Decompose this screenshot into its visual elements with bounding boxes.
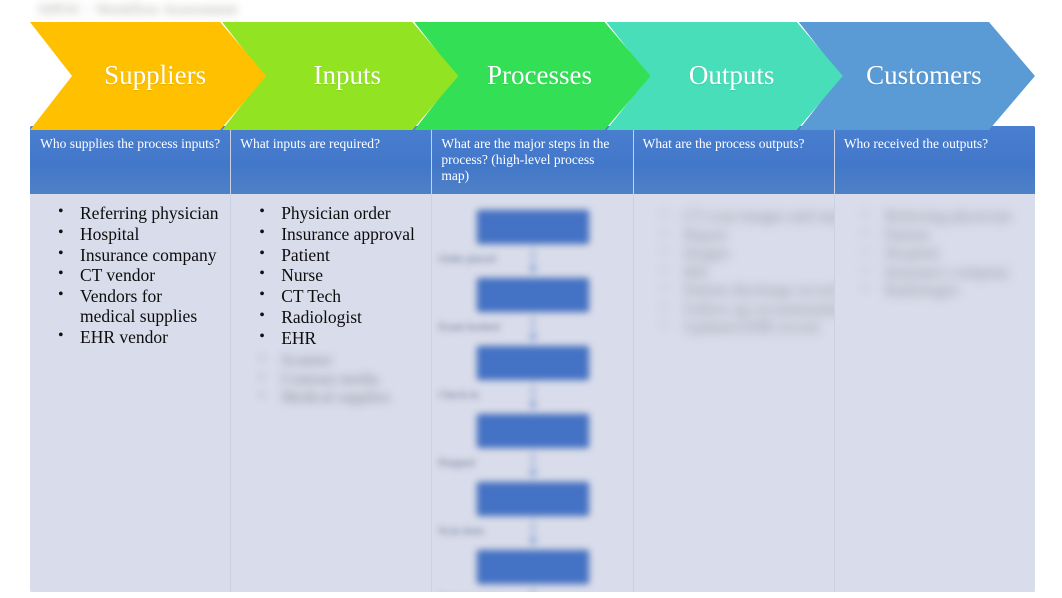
list-item-redacted: Scanner: [259, 351, 421, 371]
flow-connector-4: Prepped: [439, 448, 589, 482]
list-item: Insurance company: [58, 245, 220, 266]
column-header-customers: Who received the outputs?: [834, 126, 1035, 200]
chevron-label-processes: Processes: [486, 59, 592, 90]
input-list-redacted: Scanner Contrast media Medical supplies: [237, 351, 425, 408]
list-item: Vendors for medical supplies: [58, 286, 220, 327]
flow-connector-label: Check-in: [438, 389, 479, 401]
flow-step-5[interactable]: [476, 482, 589, 516]
column-processes: What are the major steps in the process?…: [432, 126, 634, 592]
list-item-redacted: Medical supplies: [259, 388, 421, 408]
list-item-redacted: Updated EHR record: [662, 318, 824, 338]
list-item-redacted: Bill: [662, 263, 824, 283]
column-header-outputs: What are the process outputs?: [633, 126, 835, 200]
column-body-customers: Referring physician Patient Hospital Ins…: [834, 194, 1035, 592]
flow-connector-6: Report ready: [477, 584, 589, 592]
chevron-label-inputs: Inputs: [313, 59, 382, 90]
list-item: Patient: [259, 245, 421, 266]
list-item: CT Tech: [259, 286, 421, 307]
supplier-list: Referring physician Hospital Insurance c…: [36, 203, 224, 348]
column-body-outputs: CT scan images and report Report Images …: [633, 194, 834, 592]
list-item: Referring physician: [58, 203, 220, 224]
column-body-suppliers: Referring physician Hospital Insurance c…: [30, 194, 231, 592]
column-body-processes: Order placed Exam booked Check-in Preppe…: [432, 194, 633, 592]
column-header-processes: What are the major steps in the process?…: [432, 126, 633, 200]
output-list-redacted: CT scan images and report Report Images …: [640, 207, 834, 338]
slide-canvas: SIPOC - Workflow Assessment Suppliers In…: [0, 0, 1062, 598]
chevron-label-suppliers: Suppliers: [104, 59, 207, 90]
list-item-redacted: Report: [662, 226, 824, 246]
slide-title-redacted: SIPOC - Workflow Assessment: [38, 2, 238, 18]
list-item-redacted: Hospital: [863, 244, 1025, 264]
list-item: EHR: [259, 328, 421, 349]
list-item-redacted: Patient: [863, 226, 1025, 246]
flow-connector-label: Order placed: [438, 253, 496, 265]
list-item: CT vendor: [58, 265, 220, 286]
list-item-redacted: Images: [662, 244, 824, 264]
column-header-inputs: What inputs are required?: [231, 126, 432, 200]
flow-step-2[interactable]: [476, 278, 589, 312]
column-outputs: What are the process outputs? CT scan im…: [633, 126, 835, 592]
list-item: Physician order: [259, 203, 421, 224]
column-body-inputs: Physician order Insurance approval Patie…: [231, 194, 432, 592]
column-customers: Who received the outputs? Referring phys…: [834, 126, 1035, 592]
chevron-label-outputs: Outputs: [688, 59, 775, 90]
list-item: Nurse: [259, 265, 421, 286]
flow-connector-label: Prepped: [438, 457, 475, 469]
list-item: Hospital: [58, 224, 220, 245]
flow-connector-1: Order placed: [439, 244, 589, 278]
list-item: Insurance approval: [259, 224, 421, 245]
sipoc-chevron-band: Suppliers Inputs Processes Outputs Custo…: [30, 22, 1035, 130]
list-item: Radiologist: [259, 307, 421, 328]
flow-step-1[interactable]: [476, 210, 589, 244]
column-inputs: What inputs are required? Physician orde…: [231, 126, 433, 592]
flow-step-6[interactable]: [476, 550, 589, 584]
flow-connector-5: Scan done: [439, 516, 589, 550]
flow-connector-3: Check-in: [439, 380, 589, 414]
sipoc-table: Who supplies the process inputs? Referri…: [30, 126, 1035, 592]
flow-connector-label: Scan done: [438, 525, 485, 537]
flow-step-3[interactable]: [476, 346, 589, 380]
list-item: EHR vendor: [58, 327, 220, 348]
flow-connector-2: Exam booked: [439, 312, 589, 346]
column-header-suppliers: Who supplies the process inputs?: [30, 126, 231, 200]
input-list: Physician order Insurance approval Patie…: [237, 203, 425, 349]
list-item-redacted: Contrast media: [259, 370, 421, 390]
list-item-redacted: Referring physician: [863, 207, 1025, 227]
list-item-redacted: Patient discharge record: [662, 281, 834, 301]
chevron-suppliers[interactable]: Suppliers: [30, 22, 266, 130]
list-item-redacted: Radiologist: [863, 281, 1025, 301]
list-item-redacted: Insurance company: [863, 263, 1025, 283]
process-flowchart: Order placed Exam booked Check-in Preppe…: [439, 210, 589, 592]
list-item-redacted: Follow-up recommendation: [662, 300, 834, 320]
flow-step-4[interactable]: [476, 414, 589, 448]
list-item-redacted: CT scan images and report: [662, 207, 834, 227]
flow-connector-label: Exam booked: [438, 321, 500, 333]
chevron-label-customers: Customers: [866, 59, 982, 90]
customer-list-redacted: Referring physician Patient Hospital Ins…: [841, 207, 1029, 301]
column-suppliers: Who supplies the process inputs? Referri…: [30, 126, 232, 592]
